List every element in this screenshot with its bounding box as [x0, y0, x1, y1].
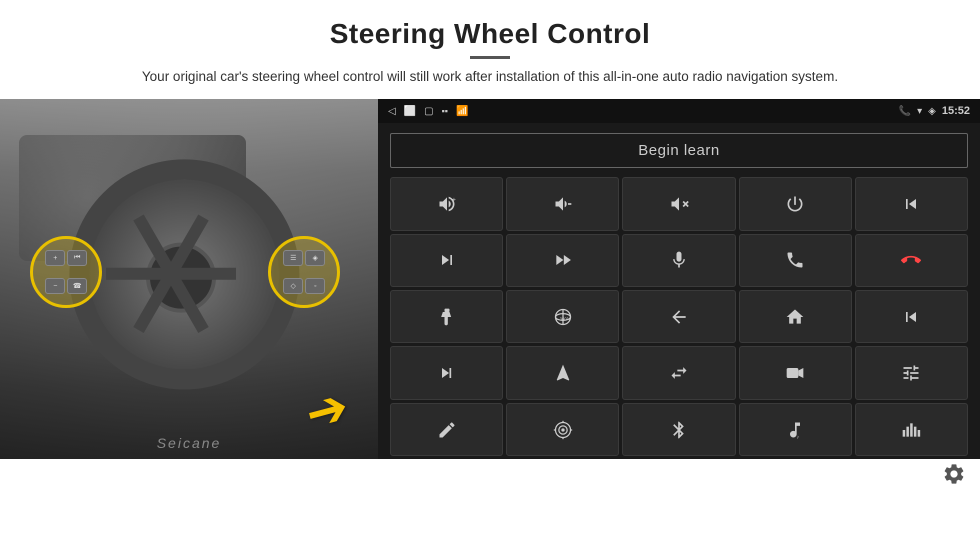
bluetooth-button[interactable] [622, 403, 735, 456]
svg-text:♪: ♪ [797, 434, 800, 440]
skip-back-button[interactable] [855, 290, 968, 343]
status-time: 15:52 [942, 105, 970, 117]
sw-btn-menu: ☰ [283, 250, 303, 266]
header-section: Steering Wheel Control Your original car… [0, 0, 980, 95]
status-bar: ◁ ⬜ ▢ ▪▪ 📶 📞 ▾ ◈ 15:52 [378, 99, 980, 123]
sw-btn-vol-up: + [45, 250, 65, 266]
back-icon [669, 307, 689, 327]
skip-back-icon [901, 307, 921, 327]
gear-icon [942, 462, 966, 486]
gps-icon: ◈ [928, 106, 936, 117]
status-bar-left: ◁ ⬜ ▢ ▪▪ 📶 [388, 106, 468, 117]
record-icon [785, 363, 805, 383]
power-button[interactable] [739, 177, 852, 230]
hang-up-icon [901, 250, 921, 270]
flashlight-icon [437, 307, 457, 327]
view360-button[interactable]: 360° [506, 290, 619, 343]
page-title: Steering Wheel Control [40, 18, 940, 50]
target-button[interactable] [506, 403, 619, 456]
sw-btn-mode: ◇ [283, 278, 303, 294]
sw-btn-source: ◦ [305, 278, 325, 294]
record-button[interactable] [739, 346, 852, 399]
sw-btn-call: ☎ [67, 278, 87, 294]
steering-photo: + ⏮ − ☎ ☰ ◈ ◇ ◦ ➔ Seicane [0, 99, 378, 459]
fast-forward-icon [553, 250, 573, 270]
pen-icon [437, 420, 457, 440]
next-icon [437, 250, 457, 270]
home-nav-icon[interactable]: ⬜ [404, 106, 416, 117]
sw-btn-ok: ◈ [305, 250, 325, 266]
phone-status-icon: 📞 [899, 106, 911, 117]
begin-learn-button[interactable]: Begin learn [390, 133, 968, 168]
signal-icon: 📶 [456, 106, 468, 117]
controls-grid: + [378, 174, 980, 459]
music-icon: ♪ [785, 420, 805, 440]
content-area: + ⏮ − ☎ ☰ ◈ ◇ ◦ ➔ Seicane [0, 99, 980, 459]
bluetooth-icon [669, 420, 689, 440]
android-panel: ◁ ⬜ ▢ ▪▪ 📶 📞 ▾ ◈ 15:52 Begin [378, 99, 980, 459]
left-control-highlight: + ⏮ − ☎ [30, 236, 102, 308]
right-control-highlight: ☰ ◈ ◇ ◦ [268, 236, 340, 308]
home-ctrl-button[interactable] [739, 290, 852, 343]
back-button[interactable] [622, 290, 735, 343]
seicane-watermark: Seicane [157, 435, 222, 451]
vol-down-icon [553, 194, 573, 214]
navigate-button[interactable] [506, 346, 619, 399]
equalizer-icon [901, 363, 921, 383]
sw-btn-seek: ⏮ [67, 250, 87, 266]
subtitle-text: Your original car's steering wheel contr… [100, 67, 880, 87]
mic-icon [669, 250, 689, 270]
phone-icon [785, 250, 805, 270]
svg-text:360°: 360° [559, 316, 568, 321]
next-button[interactable] [390, 234, 503, 287]
back-nav-icon[interactable]: ◁ [388, 106, 396, 117]
prev-track-button[interactable] [855, 177, 968, 230]
equalizer-button[interactable] [855, 346, 968, 399]
vol-down-button[interactable] [506, 177, 619, 230]
fast-forward-button[interactable] [506, 234, 619, 287]
hang-up-button[interactable] [855, 234, 968, 287]
title-divider [470, 56, 510, 59]
sw-btn-vol-down: − [45, 278, 65, 294]
svg-text:+: + [452, 196, 456, 203]
audio-bars-button[interactable] [855, 403, 968, 456]
bottom-bar [0, 459, 980, 495]
recent-nav-icon[interactable]: ▢ [424, 106, 433, 117]
vol-up-button[interactable]: + [390, 177, 503, 230]
sim-icon: ▪▪ [442, 106, 448, 116]
prev-track-icon [901, 194, 921, 214]
mute-icon [669, 194, 689, 214]
settings-gear-button[interactable] [942, 462, 966, 492]
steering-wheel-bg: + ⏮ − ☎ ☰ ◈ ◇ ◦ ➔ Seicane [0, 99, 378, 459]
pen-button[interactable] [390, 403, 503, 456]
vol-up-icon: + [437, 194, 457, 214]
target-icon [553, 420, 573, 440]
swap-button[interactable] [622, 346, 735, 399]
page-container: Steering Wheel Control Your original car… [0, 0, 980, 546]
flashlight-button[interactable] [390, 290, 503, 343]
phone-button[interactable] [739, 234, 852, 287]
wifi-icon: ▾ [917, 106, 922, 117]
mute-button[interactable] [622, 177, 735, 230]
swap-icon [669, 363, 689, 383]
power-icon [785, 194, 805, 214]
audio-bars-icon [901, 420, 921, 440]
skip-forward-icon [437, 363, 457, 383]
status-bar-right: 📞 ▾ ◈ 15:52 [899, 105, 970, 117]
mic-button[interactable] [622, 234, 735, 287]
begin-learn-area: Begin learn [378, 123, 980, 174]
music-button[interactable]: ♪ [739, 403, 852, 456]
navigate-icon [553, 363, 573, 383]
home-ctrl-icon [785, 307, 805, 327]
skip-forward-button[interactable] [390, 346, 503, 399]
view360-icon: 360° [553, 307, 573, 327]
